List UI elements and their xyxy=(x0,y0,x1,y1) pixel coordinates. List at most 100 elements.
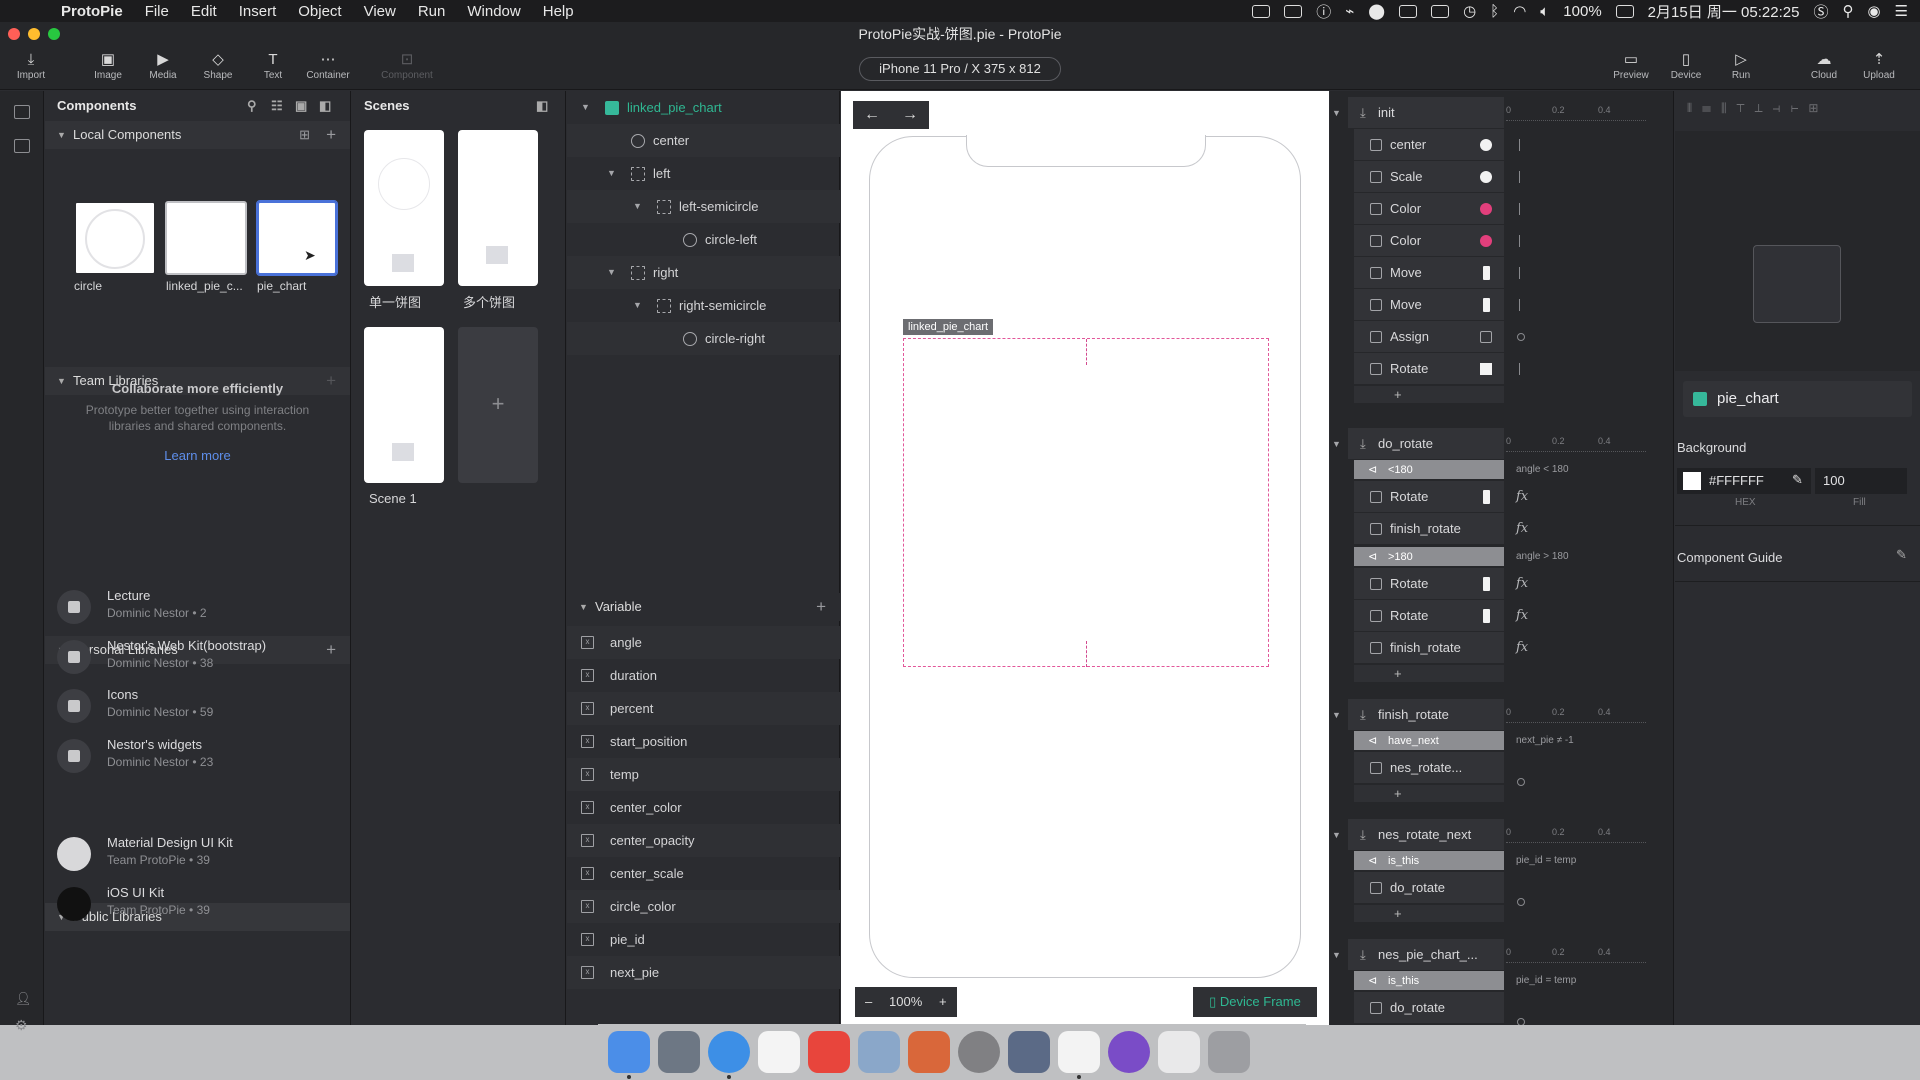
formula-fx-icon[interactable]: fx xyxy=(1516,489,1528,504)
menu-help[interactable]: Help xyxy=(532,3,585,20)
collapse-triangle-icon[interactable]: ▼ xyxy=(1332,97,1341,129)
variable-row[interactable]: x start_position xyxy=(567,725,840,758)
clock[interactable]: 2月15日 周一 05:22:25 xyxy=(1648,1,1800,22)
zoom-in-button[interactable]: + xyxy=(939,987,947,1017)
info-icon[interactable]: ⓘ xyxy=(1316,1,1331,22)
add-response-icon[interactable]: + xyxy=(1394,665,1402,683)
trigger-row[interactable]: ▼ ⤓ do_rotate xyxy=(1332,428,1504,460)
library-item[interactable]: Icons Dominic Nestor • 59 xyxy=(57,681,347,727)
layer-row[interactable]: ▼ left xyxy=(567,157,840,190)
menu-object[interactable]: Object xyxy=(287,3,352,20)
record-icon[interactable]: ⬤ xyxy=(1368,2,1385,20)
minimize-button[interactable] xyxy=(28,28,40,40)
variable-row[interactable]: x center_scale xyxy=(567,857,840,890)
condition-row[interactable]: ⊲ <180 xyxy=(1354,460,1504,480)
component-thumb-pie-chart[interactable]: ➤ xyxy=(256,200,338,276)
preview-app-icon[interactable] xyxy=(858,1031,900,1073)
settings-gear-icon[interactable]: ⚙ xyxy=(15,1017,28,1034)
response-row[interactable]: Move xyxy=(1354,257,1504,289)
response-row[interactable]: center xyxy=(1354,129,1504,161)
library-item[interactable]: Nestor's widgets Dominic Nestor • 23 xyxy=(57,731,347,777)
layer-row[interactable]: ▼ left-semicircle xyxy=(567,190,840,223)
variable-row[interactable]: x duration xyxy=(567,659,840,692)
add-response-row[interactable]: + xyxy=(1354,785,1504,803)
expand-triangle-icon[interactable]: ▼ xyxy=(581,91,590,124)
layer-row[interactable]: ▼ linked_pie_chart xyxy=(567,91,840,124)
color-swatch[interactable] xyxy=(1683,472,1701,490)
add-response-row[interactable]: + xyxy=(1354,386,1504,404)
expand-triangle-icon[interactable]: ▼ xyxy=(633,289,642,322)
s-app-icon[interactable]: Ⓢ xyxy=(1813,1,1828,22)
add-component-icon[interactable]: + xyxy=(326,121,336,149)
variable-row[interactable]: x center_color xyxy=(567,791,840,824)
zoom-button[interactable] xyxy=(48,28,60,40)
time-machine-icon[interactable]: ◷ xyxy=(1463,2,1476,20)
timeline-ruler[interactable]: 0 0.2 0.4 xyxy=(1506,428,1646,456)
trigger-row[interactable]: ▼ ⤓ finish_rotate xyxy=(1332,699,1504,731)
device-selector[interactable]: iPhone 11 Pro / X 375 x 812 xyxy=(859,57,1061,81)
wifi-icon[interactable]: ◠ xyxy=(1513,2,1526,20)
menu-view[interactable]: View xyxy=(353,3,407,20)
final-cut-icon[interactable] xyxy=(908,1031,950,1073)
text-button[interactable]: T Text xyxy=(245,50,301,81)
variable-row[interactable]: x percent xyxy=(567,692,840,725)
library-item[interactable]: Lecture Dominic Nestor • 2 xyxy=(57,582,347,628)
response-row[interactable]: nes_rotate... xyxy=(1354,752,1504,784)
preview-button[interactable]: ▭ Preview xyxy=(1603,50,1659,81)
shape-button[interactable]: ◇ Shape xyxy=(190,50,246,81)
airplay-icon[interactable] xyxy=(1431,4,1450,18)
response-row[interactable]: do_rotate xyxy=(1354,992,1504,1024)
launchpad-icon[interactable] xyxy=(658,1031,700,1073)
trigger-row[interactable]: ▼ ⤓ nes_rotate_next xyxy=(1332,819,1504,851)
learn-more-link[interactable]: Learn more xyxy=(45,448,350,463)
variable-row[interactable]: x next_pie xyxy=(567,956,840,989)
formula-fx-icon[interactable]: fx xyxy=(1516,521,1528,536)
layer-row[interactable]: ▼ right-semicircle xyxy=(567,289,840,322)
add-scene-button[interactable]: + xyxy=(458,327,538,483)
scene-thumb[interactable] xyxy=(364,130,444,286)
protopie-dock-icon[interactable] xyxy=(1058,1031,1100,1079)
import-button[interactable]: ⤓ Import xyxy=(3,50,59,81)
finder-icon[interactable] xyxy=(608,1031,650,1079)
variable-row[interactable]: x angle xyxy=(567,626,840,659)
safari-icon[interactable] xyxy=(708,1031,750,1079)
condition-row[interactable]: ⊲ is_this xyxy=(1354,971,1504,991)
hex-field[interactable]: #FFFFFF ✎ xyxy=(1677,468,1811,494)
device-button[interactable]: ▯ Device xyxy=(1658,50,1714,81)
battery-icon[interactable] xyxy=(1615,4,1634,18)
media-button[interactable]: ▶ Media xyxy=(135,50,191,81)
align-toolbar[interactable]: ⫴☰⫼⊤⊥⊣⊢⊞ xyxy=(1687,101,1828,116)
variable-row[interactable]: x center_opacity xyxy=(567,824,840,857)
photo-icon[interactable] xyxy=(1399,4,1418,18)
response-row[interactable]: Rotate xyxy=(1354,568,1504,600)
image-button[interactable]: ▣ Image xyxy=(80,50,136,81)
cup-icon[interactable] xyxy=(1284,4,1303,18)
grid-view-icon[interactable]: ▣ xyxy=(295,91,307,121)
layer-row[interactable]: circle-right xyxy=(567,322,840,355)
menu-window[interactable]: Window xyxy=(456,3,531,20)
response-row[interactable]: Rotate xyxy=(1354,600,1504,632)
formula-fx-icon[interactable]: fx xyxy=(1516,608,1528,623)
reminders-icon[interactable] xyxy=(808,1031,850,1073)
container-button[interactable]: ⋯ Container xyxy=(300,50,356,81)
condition-row[interactable]: ⊲ >180 xyxy=(1354,547,1504,567)
response-row[interactable]: Color xyxy=(1354,193,1504,225)
trigger-row[interactable]: ▼ ⤓ nes_pie_chart_... xyxy=(1332,939,1504,971)
add-variable-icon[interactable]: + xyxy=(816,593,826,621)
variable-row[interactable]: x pie_id xyxy=(567,923,840,956)
system-preferences-icon[interactable] xyxy=(958,1031,1000,1073)
zoom-out-button[interactable]: – xyxy=(865,987,872,1017)
add-response-row[interactable]: + xyxy=(1354,665,1504,683)
timeline-ruler[interactable]: 0 0.2 0.4 xyxy=(1506,819,1646,847)
control-center-icon[interactable]: ☰ xyxy=(1895,2,1908,20)
expand-triangle-icon[interactable]: ▼ xyxy=(633,190,642,223)
siri-icon[interactable]: ◉ xyxy=(1867,2,1880,20)
screenshot-app-icon[interactable] xyxy=(1008,1031,1050,1073)
document-icon[interactable] xyxy=(1158,1031,1200,1073)
component-thumb-linked-pie[interactable] xyxy=(165,201,247,275)
screen-record-icon[interactable] xyxy=(1252,4,1271,18)
rss-icon[interactable]: ⌁ xyxy=(1345,2,1354,20)
variable-row[interactable]: x circle_color xyxy=(567,890,840,923)
formula-fx-icon[interactable]: fx xyxy=(1516,576,1528,591)
response-row[interactable]: Assign xyxy=(1354,321,1504,353)
